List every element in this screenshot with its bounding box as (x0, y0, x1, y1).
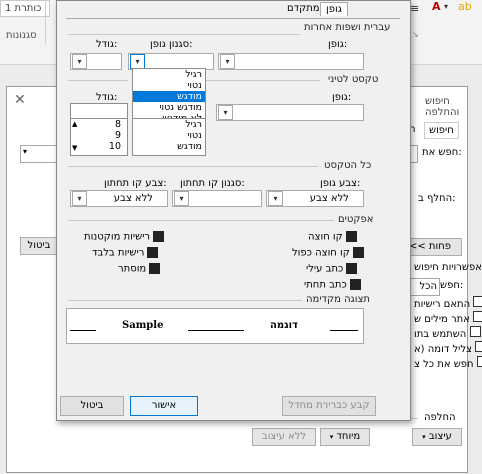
checkbox-double-strikethrough[interactable]: קו חוצה כפול (292, 247, 364, 259)
close-icon[interactable]: ✕ (14, 92, 26, 108)
style-gallery-item[interactable]: כותרת 1 (0, 0, 50, 17)
underline-color-label: צבע קו תחתון: (104, 178, 167, 189)
option-whole-words[interactable]: אתר מילים ש (414, 311, 482, 325)
ribbon-divider (45, 0, 46, 44)
chevron-down-icon[interactable]: ▾ (444, 2, 448, 11)
option-wildcards[interactable]: השתמש בתו (414, 326, 481, 340)
find-what-field-edge[interactable] (410, 145, 418, 163)
option-sounds-like[interactable]: צליל דומה (א (414, 341, 482, 355)
list-item[interactable]: רגיל (133, 119, 205, 130)
tab-find[interactable]: חיפוש (424, 122, 459, 139)
latin-section-line-left (68, 80, 128, 81)
chevron-down-icon[interactable]: ▾ (130, 54, 145, 69)
effects-section-title: אפקטים (338, 214, 374, 225)
styles-group-label: סגנונות (6, 30, 37, 41)
complex-section-title: עברית ושפות אחרות (304, 22, 391, 33)
find-what-input[interactable]: ▾ (20, 145, 58, 163)
latin-style-list[interactable]: רגיל נטוי מודגש (132, 118, 206, 156)
preview-line (188, 330, 244, 331)
list-item[interactable]: 10 (71, 141, 127, 152)
effects-section-line (68, 220, 334, 221)
search-direction-label: חפש: (440, 280, 464, 291)
option-match-case[interactable]: התאם רישיות (414, 296, 482, 310)
latin-section-title: טקסט לטיני (328, 74, 379, 85)
dialog-launcher-icon[interactable]: ↘ (412, 30, 419, 39)
search-direction-select[interactable]: הכל (410, 278, 440, 296)
latin-section-line (206, 80, 320, 81)
search-options-label: אפשרויות חיפוש (414, 262, 482, 273)
list-item[interactable]: 9 (71, 130, 127, 141)
latin-font-label: גופן: (332, 92, 352, 103)
preview-sample-hebrew: דוגמה (270, 320, 298, 331)
chevron-down-icon[interactable]: ▾ (218, 105, 233, 120)
list-item[interactable]: מודגש נטוי (133, 102, 205, 113)
complex-style-label: סגנון גופן: (150, 39, 193, 50)
find-replace-title: חיפוש והחלפה (425, 96, 460, 118)
set-as-default-button[interactable]: קבע כברירת מחדל (282, 396, 376, 416)
latin-size-label: גודל: (96, 92, 118, 103)
list-item[interactable]: רגיל (133, 69, 205, 80)
complex-size-label: גודל: (96, 39, 118, 50)
checkbox-small-caps[interactable]: רישיות מוקטנות (84, 231, 165, 243)
all-text-section-title: כל הטקסט (324, 160, 372, 171)
no-formatting-button[interactable]: ללא עיצוב (252, 428, 316, 446)
preview-section-line (68, 300, 302, 301)
find-what-label: חפש את: (422, 147, 462, 158)
preview-section-title: תצוגה מקדימה (306, 294, 370, 305)
preview-line (330, 330, 358, 331)
chevron-down-icon[interactable]: ▾ (174, 191, 189, 206)
option-all-forms[interactable]: חפש את כל צ (414, 356, 482, 370)
preview-box (66, 308, 364, 344)
replace-with-label: החלף ב: (418, 193, 456, 204)
all-text-section-line (68, 166, 318, 167)
checkbox-subscript[interactable]: כתב תחתי (304, 279, 361, 291)
list-item-selected[interactable]: מודגש (133, 91, 205, 102)
tab-border (66, 18, 400, 19)
chevron-down-icon[interactable]: ▾ (268, 191, 283, 206)
tab-advanced[interactable]: מתקדם (282, 2, 325, 15)
preview-sample-latin: Sample (122, 320, 164, 331)
special-button[interactable]: ▾ מיוחד (320, 428, 370, 446)
chevron-down-icon[interactable]: ▾ (72, 191, 87, 206)
checkbox-hidden[interactable]: מוסתר (118, 263, 161, 275)
highlight-icon[interactable]: ab (458, 0, 472, 13)
preview-line (70, 330, 96, 331)
chevron-down-icon[interactable]: ▾ (220, 54, 235, 69)
list-item[interactable]: 8 (71, 119, 127, 130)
scroll-up-icon[interactable]: ▲ (72, 120, 77, 128)
cancel-button[interactable]: ביטול (20, 237, 58, 255)
latin-size-input[interactable] (70, 103, 128, 119)
latin-size-list[interactable]: ▲ ▼ 8 9 10 (70, 118, 128, 156)
checkbox-strikethrough[interactable]: קו חוצה (308, 231, 357, 243)
checkbox-all-caps[interactable]: רישיות בלבד (92, 247, 159, 259)
list-item[interactable]: נטוי (133, 130, 205, 141)
align-icon[interactable]: ≡ (410, 2, 419, 15)
font-color-select[interactable]: ללא צבע ▾ (266, 190, 364, 207)
list-item[interactable]: מודגש (133, 141, 205, 152)
list-item[interactable]: נטוי (133, 80, 205, 91)
underline-style-select[interactable]: ▾ (172, 190, 262, 207)
font-color-icon[interactable]: A (432, 0, 441, 13)
cancel-button[interactable]: ביטול (60, 396, 124, 416)
complex-size-select[interactable]: ▾ (70, 53, 122, 70)
ok-button[interactable]: אישור (130, 396, 198, 416)
complex-font-label: גופן: (328, 39, 348, 50)
checkbox-superscript[interactable]: כתב עילי (306, 263, 358, 275)
underline-color-select[interactable]: ללא צבע ▾ (70, 190, 168, 207)
complex-font-select[interactable]: ▾ (218, 53, 364, 70)
font-color-label: צבע גופן: (320, 178, 361, 189)
chevron-down-icon[interactable]: ▾ (72, 54, 87, 69)
underline-style-label: סגנון קו תחתון: (180, 178, 245, 189)
complex-section-line (68, 34, 300, 35)
format-button[interactable]: ▾ עיצוב (412, 428, 462, 446)
latin-font-select[interactable]: ▾ (216, 104, 364, 121)
scroll-down-icon[interactable]: ▼ (72, 144, 77, 152)
replace-section-label: החלפה (424, 412, 456, 423)
